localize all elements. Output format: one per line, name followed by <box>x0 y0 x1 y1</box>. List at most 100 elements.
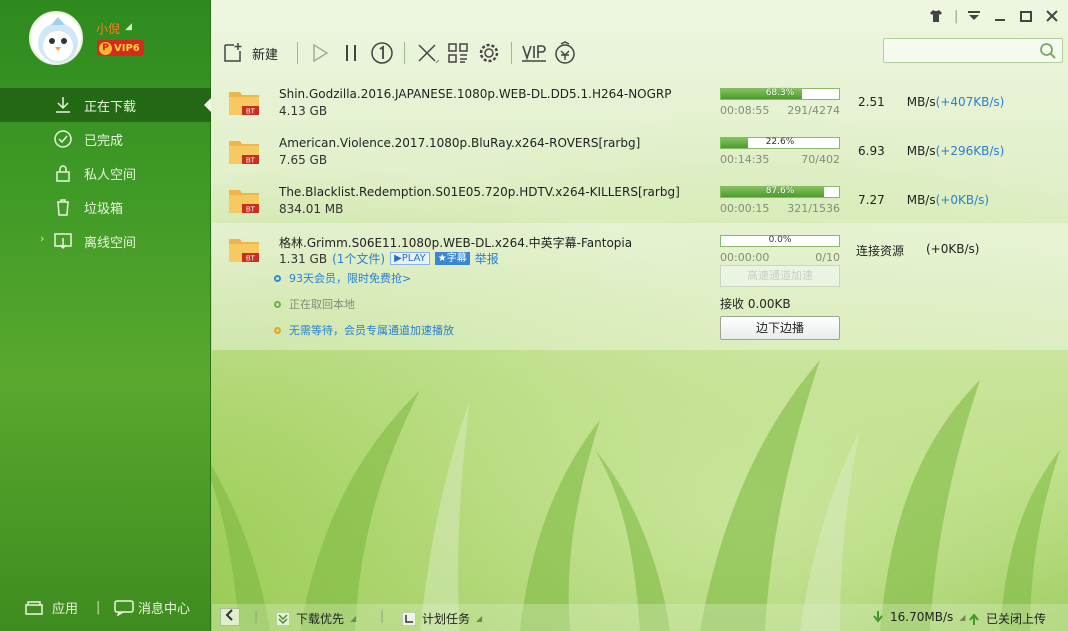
sidebar-item-label: 私人空间 <box>84 168 137 183</box>
start-button[interactable] <box>306 39 334 67</box>
task-speed: 2.51 MB/s(+407KB/s) <box>858 95 1005 109</box>
task-boost: (+0KB/s) <box>935 193 990 207</box>
sidebar-item-trash[interactable]: 垃圾箱 <box>0 190 211 224</box>
divider <box>511 42 513 64</box>
task-speed: 6.93 MB/s(+296KB/s) <box>858 144 1005 158</box>
avatar[interactable] <box>29 11 83 65</box>
high-speed-channel-button[interactable]: 高速通道加速 <box>720 265 840 287</box>
svg-text:BT: BT <box>246 158 256 165</box>
bt-folder-icon: BT <box>229 141 259 165</box>
pause-icon <box>346 45 357 61</box>
main-menu-icon[interactable] <box>966 9 982 25</box>
task-row[interactable]: BT Shin.Godzilla.2016.JAPANESE.1080p.WEB… <box>212 76 1068 125</box>
caret-icon: ◢ <box>350 614 357 623</box>
check-circle-icon <box>54 130 72 148</box>
task-size: 834.01 MB <box>279 202 344 216</box>
divider: | <box>380 609 385 623</box>
received-amount: 接收 0.00KB <box>720 297 791 311</box>
new-file-icon <box>224 43 242 62</box>
play-while-downloading-button[interactable]: 边下边播 <box>720 316 840 340</box>
svg-text:BT: BT <box>246 109 256 116</box>
speedup-button[interactable] <box>551 39 579 67</box>
task-boost: (+0KB/s) <box>926 242 980 256</box>
sidebar-item-downloading[interactable]: 正在下载 <box>0 88 211 122</box>
task-row[interactable]: BT American.Violence.2017.1080p.BluRay.x… <box>212 125 1068 174</box>
accelerate-promo-line[interactable]: 无需等待，会员专属通道加速播放 <box>274 322 454 338</box>
vip-badge[interactable]: P VIP6 <box>97 40 144 56</box>
accelerate-promo-link[interactable]: 无需等待，会员专属通道加速播放 <box>289 322 454 338</box>
window-controls: | <box>928 9 1060 25</box>
play-tag[interactable]: ▶PLAY <box>390 252 430 265</box>
gear-icon <box>479 43 499 63</box>
toolbar: 新建 <box>222 38 582 68</box>
vip-p-icon: P <box>99 41 112 55</box>
search-icon[interactable] <box>1039 42 1057 60</box>
sidebar-item-offline-space[interactable]: › 离线空间 <box>0 224 211 258</box>
report-link[interactable]: 举报 <box>475 250 499 267</box>
collapse-sidebar-button[interactable] <box>220 608 240 626</box>
retrieve-status-text: 正在取回本地 <box>289 298 355 311</box>
bt-folder-icon: BT <box>229 92 259 116</box>
download-icon <box>56 97 70 113</box>
close-icon[interactable] <box>1044 9 1060 25</box>
upload-status[interactable]: 已关闭上传 <box>968 610 1046 627</box>
grid-icon <box>448 43 468 63</box>
speed-badge-icon <box>555 41 575 64</box>
one-click-button[interactable] <box>368 39 396 67</box>
search-box[interactable] <box>883 38 1063 63</box>
scheduled-tasks-button[interactable]: 计划任务 ◢ <box>402 610 482 627</box>
minimize-icon[interactable] <box>992 9 1008 25</box>
download-priority-button[interactable]: 下载优先 ◢ <box>276 610 356 627</box>
green-dot-icon <box>274 300 281 308</box>
task-progress-bar: 87.6% <box>720 186 840 198</box>
task-file-count-link[interactable]: (1个文件) <box>332 250 385 267</box>
vip-button[interactable] <box>520 39 548 67</box>
task-elapsed: 00:00:00 <box>720 251 770 264</box>
sidebar-item-private-space[interactable]: 私人空间 <box>0 156 211 190</box>
down-arrow-icon <box>873 611 883 623</box>
divider <box>404 42 406 64</box>
message-center-button[interactable]: 消息中心 <box>114 598 190 617</box>
task-progress-label: 22.6% <box>765 137 795 147</box>
orange-dot-icon <box>274 326 281 334</box>
new-task-button[interactable]: 新建 <box>222 42 278 64</box>
maximize-icon[interactable] <box>1018 9 1034 25</box>
chevron-left-icon <box>225 609 233 621</box>
apps-icon <box>25 600 43 615</box>
svg-text:BT: BT <box>246 256 256 263</box>
skin-shirt-icon[interactable] <box>928 9 944 25</box>
task-filename: Shin.Godzilla.2016.JAPANESE.1080p.WEB-DL… <box>279 87 672 101</box>
task-row[interactable]: BT The.Blacklist.Redemption.S01E05.720p.… <box>212 174 1068 223</box>
delete-button[interactable] <box>413 39 441 67</box>
play-icon <box>313 43 329 63</box>
task-boost: (+296KB/s) <box>935 144 1005 158</box>
bt-folder-icon: BT <box>229 190 259 214</box>
upload-status-label: 已关闭上传 <box>986 612 1047 626</box>
cloud-download-icon <box>54 233 72 250</box>
download-priority-label: 下载优先 <box>296 612 345 626</box>
subtitle-tag[interactable]: ★字幕 <box>434 252 470 265</box>
task-filename: American.Violence.2017.1080p.BluRay.x264… <box>279 136 641 150</box>
total-download-speed: 16.70MB/s ◢ <box>872 610 965 624</box>
grid-view-button[interactable] <box>444 39 472 67</box>
sidebar-bottom: 应用 | 消息中心 <box>0 596 211 622</box>
message-center-label: 消息中心 <box>138 602 191 617</box>
username[interactable]: 小倪 <box>96 20 120 37</box>
vip-icon <box>522 45 547 62</box>
total-speed-value: 16.70MB/s <box>890 610 954 624</box>
lock-icon <box>56 165 70 182</box>
sidebar-item-completed[interactable]: 已完成 <box>0 122 211 156</box>
task-row-expanded[interactable]: BT 格林.Grimm.S06E11.1080p.WEB-DL.x264.中英字… <box>212 223 1068 350</box>
apps-button[interactable]: 应用 <box>24 598 78 617</box>
expand-chevron-icon[interactable]: › <box>40 232 44 245</box>
sidebar-item-label: 正在下载 <box>84 100 137 115</box>
sidebar-nav: 正在下载 已完成 私人空间 垃圾箱 › 离线空间 <box>0 88 211 258</box>
pause-button[interactable] <box>337 39 365 67</box>
user-menu-caret-icon[interactable]: ◢ <box>125 22 132 32</box>
sidebar: 小倪 ◢ P VIP6 正在下载 已完成 私人空间 垃圾箱 › 离线空间 应用 … <box>0 0 211 631</box>
settings-button[interactable] <box>475 39 503 67</box>
sidebar-item-label: 垃圾箱 <box>84 202 124 217</box>
member-promo-link[interactable]: 93天会员，限时免费抢> <box>289 270 411 286</box>
retrieve-status-line: 正在取回本地 <box>274 296 355 312</box>
member-promo-line[interactable]: 93天会员，限时免费抢> <box>274 270 411 286</box>
